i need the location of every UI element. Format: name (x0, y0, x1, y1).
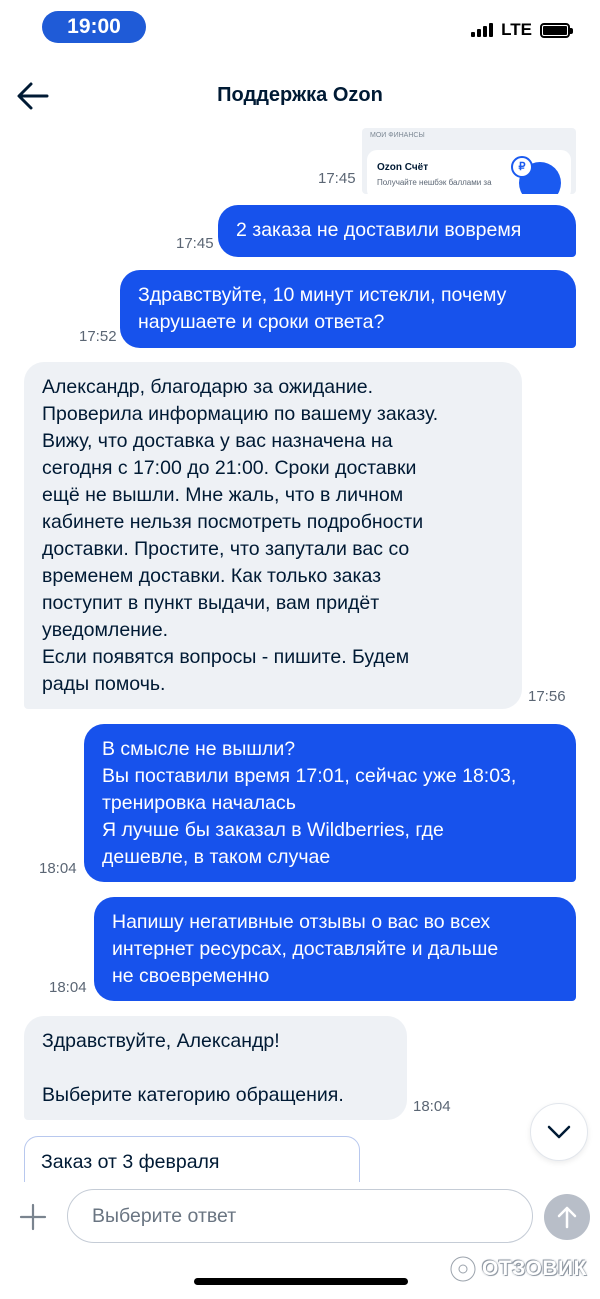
message-time: 18:04 (413, 1098, 451, 1115)
cellular-signal-icon (471, 23, 494, 37)
scroll-down-button[interactable] (530, 1103, 588, 1161)
message-line: тренировка началась (102, 792, 296, 814)
plus-icon (19, 1203, 47, 1231)
message-line: Здравствуйте, 10 минут истекли, почему (138, 284, 507, 306)
battery-icon (540, 22, 573, 38)
message-line: доставки. Простите, что запутали вас со (42, 538, 410, 560)
message-bubble-incoming[interactable]: Александр, благодарю за ожидание. Провер… (24, 362, 522, 709)
message-line: Если появятся вопросы - пишите. Будем (42, 646, 410, 668)
message-time: 17:56 (528, 688, 566, 705)
message-line: ещё не вышли. Мне жаль, что в личном (42, 484, 404, 506)
message-bubble-outgoing[interactable]: Здравствуйте, 10 минут истекли, почему н… (120, 270, 576, 348)
message-line: Проверила информацию по вашему заказу. (42, 403, 439, 425)
message-line: временем доставки. Как только заказ (42, 565, 382, 587)
message-line: Выберите категорию обращения. (42, 1084, 344, 1106)
message-line: Здравствуйте, Александр! (42, 1030, 280, 1052)
message-line: кабинете нельзя посмотреть подробности (42, 511, 424, 533)
reply-input[interactable] (67, 1189, 533, 1243)
message-line: нарушаете и сроки ответа? (138, 311, 385, 333)
message-line: сегодня с 17:00 до 21:00. Сроки доставки (42, 457, 417, 479)
message-line: Напишу негативные отзывы о вас во всех (112, 911, 491, 933)
message-line: поступит в пункт выдачи, вам придёт (42, 592, 380, 614)
status-time: 19:00 (42, 11, 146, 43)
send-button[interactable] (544, 1194, 590, 1240)
message-line: Я лучше бы заказал в Wildberries, где (102, 819, 444, 841)
home-indicator (194, 1278, 408, 1285)
arrow-up-icon (557, 1206, 577, 1229)
message-time: 17:52 (79, 328, 117, 345)
chevron-down-icon (547, 1125, 571, 1139)
card-preview[interactable]: мои финансы Ozon Счёт Получайте нешбэк б… (362, 128, 576, 194)
message-line: В смысле не вышли? (102, 738, 296, 760)
network-type: LTE (501, 20, 532, 39)
message-bubble-outgoing[interactable]: 2 заказа не доставили вовремя (218, 205, 576, 257)
card-caption: мои финансы (370, 132, 425, 139)
watermark-text: ОТЗОВИК (482, 1257, 587, 1280)
card-subtitle: Получайте нешбэк баллами за (377, 178, 492, 187)
message-line: интернет ресурсах, доставляйте и дальше (112, 938, 499, 960)
otzovik-logo-icon (449, 1255, 477, 1283)
status-indicators: LTE (471, 20, 573, 40)
message-bubble-outgoing[interactable]: Напишу негативные отзывы о вас во всех и… (94, 897, 576, 1001)
page-title: Поддержка Ozon (217, 84, 383, 106)
watermark: ОТЗОВИК (448, 1254, 587, 1284)
message-line: Вы поставили время 17:01, сейчас уже 18:… (102, 765, 517, 787)
message-line: уведомление. (42, 619, 169, 641)
message-line: дешевле, в таком случае (102, 846, 331, 868)
ruble-coin-icon: ₽ (511, 156, 533, 178)
message-bubble-incoming[interactable]: Здравствуйте, Александр! Выберите катего… (24, 1016, 407, 1120)
message-line: 2 заказа не доставили вовремя (236, 219, 522, 241)
message-time: 18:04 (39, 860, 77, 877)
message-time: 18:04 (49, 979, 87, 996)
message-line: Александр, благодарю за ожидание. (42, 376, 374, 398)
message-bubble-outgoing[interactable]: В смысле не вышли? Вы поставили время 17… (84, 724, 576, 882)
message-line: рады помочь. (42, 673, 166, 695)
message-time: 17:45 (176, 235, 214, 252)
message-line-blank (42, 1055, 389, 1082)
message-time: 17:45 (318, 170, 356, 187)
card-content: Ozon Счёт Получайте нешбэк баллами за ₽ (367, 150, 571, 194)
message-line: Вижу, что доставка у вас назначена на (42, 430, 393, 452)
message-line: не своевременно (112, 965, 270, 987)
attach-button[interactable] (18, 1202, 48, 1232)
card-title: Ozon Счёт (377, 162, 429, 173)
